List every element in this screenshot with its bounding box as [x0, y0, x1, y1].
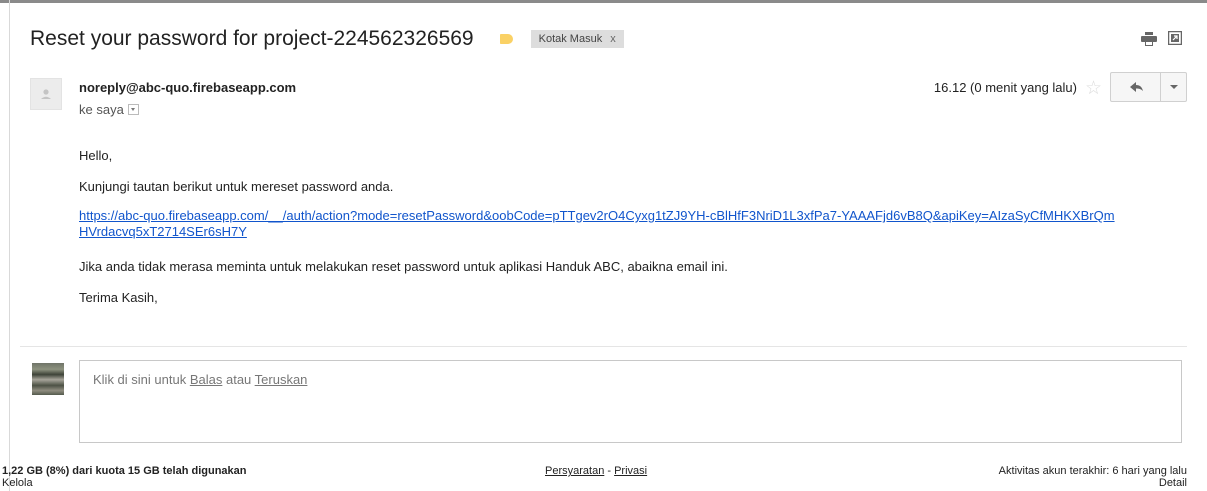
top-border — [0, 0, 1207, 3]
print-icon[interactable] — [1141, 32, 1157, 46]
reply-button[interactable] — [1110, 72, 1161, 102]
reply-divider — [20, 346, 1187, 347]
sender-avatar — [30, 78, 62, 110]
reply-box[interactable]: Klik di sini untuk Balas atau Teruskan — [79, 360, 1182, 443]
star-icon[interactable]: ☆ — [1085, 77, 1102, 100]
body-instruction: Kunjungi tautan berikut untuk mereset pa… — [79, 179, 394, 194]
left-border — [9, 0, 10, 491]
forward-link[interactable]: Teruskan — [255, 372, 308, 387]
recipient-details-chevron-icon[interactable] — [127, 104, 139, 115]
footer-separator: - — [604, 465, 615, 477]
email-subject: Reset your password for project-22456232… — [30, 27, 474, 50]
activity-details-link[interactable]: Detail — [1159, 477, 1187, 489]
reply-link[interactable]: Balas — [190, 372, 223, 387]
last-activity: Aktivitas akun terakhir: 6 hari yang lal… — [998, 465, 1187, 477]
storage-usage: 1,22 GB (8%) dari kuota 15 GB telah digu… — [2, 465, 247, 477]
manage-storage-link[interactable]: Kelola — [2, 477, 33, 489]
reset-password-link[interactable]: https://abc-quo.firebaseapp.com/__/auth/… — [79, 208, 1119, 240]
recipient-line: ke saya — [79, 102, 139, 117]
inbox-label-text: Kotak Masuk — [538, 33, 603, 45]
footer-links: Persyaratan - Privasi — [545, 465, 647, 477]
sender-email[interactable]: noreply@abc-quo.firebaseapp.com — [79, 80, 296, 95]
reply-prompt-prefix: Klik di sini untuk — [93, 372, 190, 387]
default-person-icon — [41, 89, 51, 99]
reply-arrow-icon — [1130, 82, 1143, 92]
recipient-text: ke saya — [79, 102, 124, 117]
user-avatar — [32, 363, 64, 395]
inbox-label-chip[interactable]: Kotak Masuk x — [530, 30, 624, 48]
terms-link[interactable]: Persyaratan — [545, 465, 604, 477]
privacy-link[interactable]: Privasi — [614, 465, 647, 477]
important-label-icon[interactable] — [499, 34, 513, 44]
more-options-chevron-down-icon[interactable] — [1160, 72, 1187, 102]
body-ignore-notice: Jika anda tidak merasa meminta untuk mel… — [79, 259, 728, 274]
reply-prompt: Klik di sini untuk Balas atau Teruskan — [93, 372, 307, 387]
remove-label-button[interactable]: x — [610, 33, 616, 45]
body-closing: Terima Kasih, — [79, 290, 158, 305]
body-greeting: Hello, — [79, 148, 113, 163]
email-time: 16.12 (0 menit yang lalu) — [933, 80, 1077, 95]
subject-row: Reset your password for project-22456232… — [30, 24, 624, 54]
reply-prompt-connector: atau — [222, 372, 255, 387]
new-window-icon[interactable] — [1168, 31, 1182, 45]
